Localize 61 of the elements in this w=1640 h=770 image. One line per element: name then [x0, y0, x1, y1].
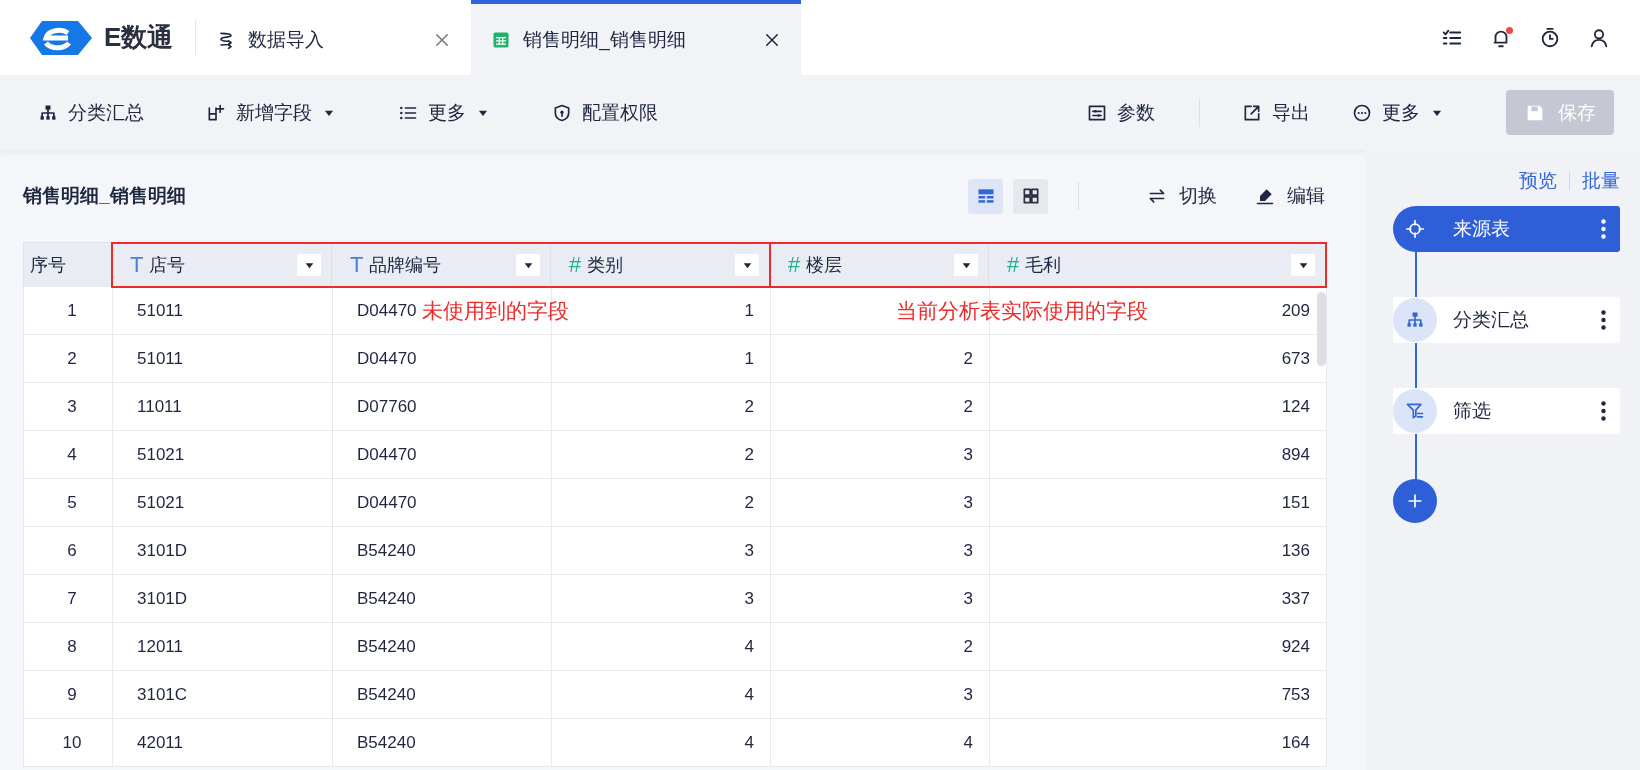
flow-step[interactable]: 来源表 [1393, 206, 1620, 252]
panel-link[interactable]: 预览 [1519, 168, 1557, 194]
kebab-icon [1601, 401, 1606, 421]
hierarchy-icon [1405, 310, 1425, 330]
table-cell: 164 [990, 719, 1327, 767]
column-header: 品牌编号 [369, 254, 443, 277]
toolbar-button[interactable]: 更多 [398, 99, 490, 126]
column-menu-button[interactable] [297, 254, 321, 276]
field-type-icon: # [569, 252, 582, 278]
toolbar-button[interactable]: 导出 [1242, 99, 1310, 126]
content-title: 销售明细_销售明细 [23, 184, 187, 208]
flow-step[interactable]: 分类汇总 [1393, 297, 1620, 343]
shield-icon [552, 102, 572, 123]
logo-text: E数通 [104, 21, 174, 54]
table-cell: 42011 [113, 719, 333, 767]
panel-link[interactable]: 批量 [1582, 168, 1620, 194]
tab-label: 数据导入 [248, 27, 326, 52]
toolbar-button[interactable]: 参数 [1087, 99, 1155, 126]
kebab-icon [1601, 219, 1606, 239]
view-toggle[interactable] [1013, 178, 1048, 214]
swap-icon [1147, 186, 1167, 206]
field-type-icon: # [788, 252, 801, 278]
tab[interactable]: 销售明细_销售明细 [471, 0, 802, 75]
filter-icon [1405, 401, 1425, 421]
column-menu-button[interactable] [735, 254, 759, 276]
crosshair-icon [1405, 219, 1425, 239]
table-cell: 4 [552, 719, 771, 767]
column-menu-button[interactable] [516, 254, 540, 276]
add-step-button[interactable] [1393, 479, 1437, 523]
column-header: 毛利 [1025, 254, 1063, 277]
more-icon [1352, 102, 1372, 123]
column-header: 楼层 [806, 254, 844, 277]
column-header: 类别 [587, 254, 625, 277]
tab-label: 销售明细_销售明细 [523, 27, 687, 53]
edit-icon [1255, 186, 1275, 206]
annotation-text: 当前分析表实际使用的字段 [896, 298, 1148, 324]
annotation-text: 未使用到的字段 [422, 298, 569, 324]
view-toggle[interactable] [968, 178, 1003, 214]
toolbar-button[interactable]: 配置权限 [552, 99, 658, 126]
kebab-icon [1601, 310, 1606, 330]
toolbar-button[interactable]: 新增字段 [206, 99, 336, 126]
user-icon [1588, 26, 1610, 49]
table-cell: 4 [771, 719, 990, 767]
field-type-icon: T [350, 252, 364, 278]
column-menu-button[interactable] [1291, 254, 1315, 276]
timer-icon [1539, 26, 1561, 49]
action-button[interactable]: 切换 [1147, 183, 1217, 209]
table-cell: 10 [23, 719, 113, 767]
action-button[interactable]: 编辑 [1255, 183, 1325, 209]
table-cell: B54240 [333, 719, 552, 767]
add-column-icon [206, 102, 226, 123]
toolbar-button[interactable]: 分类汇总 [38, 99, 144, 126]
flow-step[interactable]: 筛选 [1393, 388, 1620, 434]
toolbar-button[interactable]: 更多 [1352, 99, 1444, 126]
field-type-icon: # [1007, 252, 1020, 278]
column-menu-button[interactable] [954, 254, 978, 276]
tab[interactable]: 数据导入 [196, 0, 472, 75]
scrollbar[interactable] [1317, 292, 1326, 366]
export-icon [1242, 102, 1262, 123]
field-type-icon: T [130, 252, 144, 278]
column-header: 店号 [149, 254, 187, 277]
